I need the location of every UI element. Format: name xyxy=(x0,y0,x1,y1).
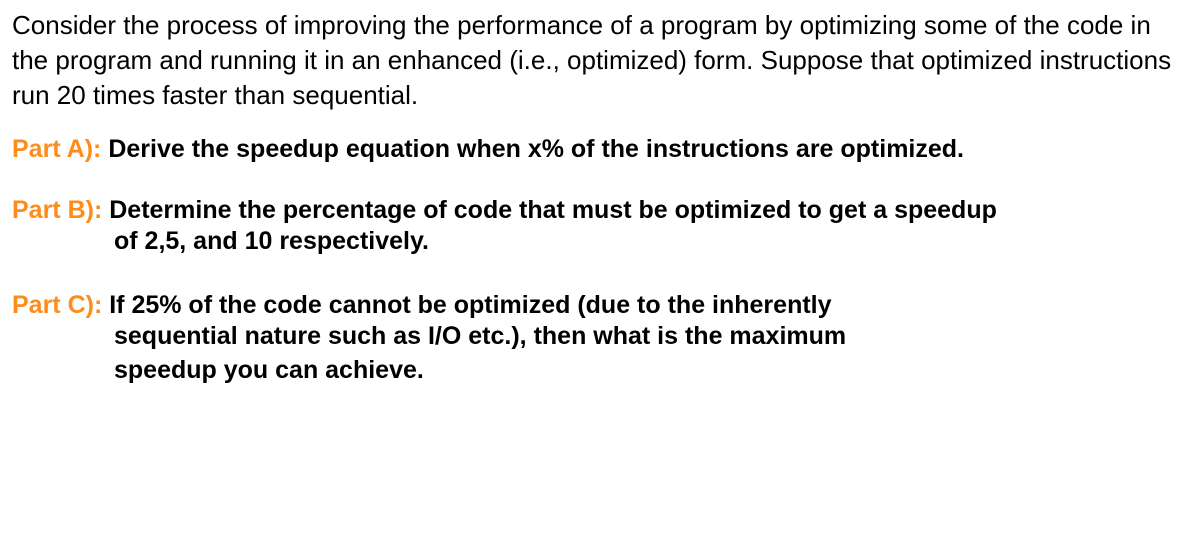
part-a: Part A): Derive the speedup equation whe… xyxy=(12,135,1188,164)
intro-paragraph: Consider the process of improving the pe… xyxy=(12,8,1188,113)
part-b-continuation: of 2,5, and 10 respectively. xyxy=(12,225,1188,259)
part-a-text: Derive the speedup equation when x% of t… xyxy=(108,135,964,163)
part-c-label: Part C): xyxy=(12,291,109,319)
part-a-label: Part A): xyxy=(12,135,108,163)
part-c-continuation-2: speedup you can achieve. xyxy=(12,354,1188,388)
part-c-text: If 25% of the code cannot be optimized (… xyxy=(109,291,831,319)
part-b-text: Determine the percentage of code that mu… xyxy=(109,196,997,224)
part-c-continuation-1: sequential nature such as I/O etc.), the… xyxy=(12,320,1188,354)
part-b-label: Part B): xyxy=(12,196,109,224)
document-content: Consider the process of improving the pe… xyxy=(12,8,1188,388)
part-b: Part B): Determine the percentage of cod… xyxy=(12,196,1188,259)
part-c: Part C): If 25% of the code cannot be op… xyxy=(12,291,1188,388)
